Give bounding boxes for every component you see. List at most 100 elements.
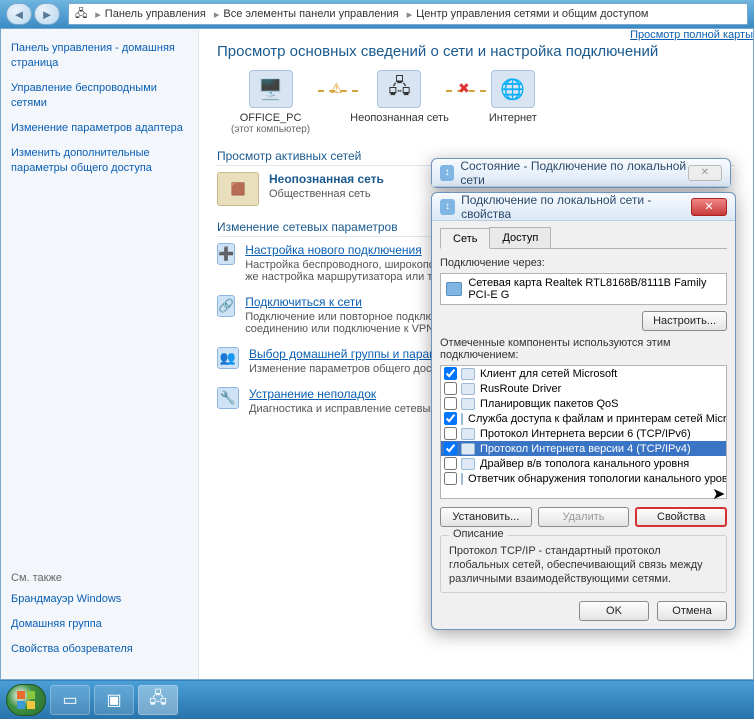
tab-access[interactable]: Доступ — [489, 227, 551, 248]
map-internet: 🌐 Интернет — [489, 70, 537, 124]
component-icon — [461, 383, 475, 395]
component-checkbox[interactable] — [444, 427, 457, 440]
sidebar: Панель управления - домашняя страница Уп… — [1, 29, 199, 679]
component-label: Клиент для сетей Microsoft — [480, 368, 617, 380]
warning-icon: ⚠ — [330, 80, 343, 97]
nav-forward-button[interactable]: ► — [34, 3, 60, 25]
properties-dialog-title: Подключение по локальной сети - свойства — [461, 193, 691, 221]
description-group: Описание Протокол TCP/IP - стандартный п… — [440, 535, 727, 593]
cancel-button[interactable]: Отмена — [657, 601, 727, 621]
component-icon — [461, 398, 475, 410]
component-checkbox[interactable] — [444, 442, 457, 455]
components-listbox[interactable]: Клиент для сетей Microsoft RusRoute Drive… — [440, 365, 727, 499]
see-also-header: См. также — [11, 572, 188, 584]
remove-button: Удалить — [538, 507, 630, 527]
close-button[interactable]: ✕ — [691, 198, 727, 216]
status-dialog: ↕ Состояние - Подключение по локальной с… — [431, 158, 731, 188]
description-text: Протокол TCP/IP - стандартный протокол г… — [449, 544, 718, 586]
component-label: Ответчик обнаружения топологии канальног… — [468, 473, 727, 485]
taskbar-app-active[interactable]: 🖧 — [138, 685, 178, 715]
component-checkbox[interactable] — [444, 382, 457, 395]
dialog-tabs: Сеть Доступ — [440, 227, 727, 249]
network-icon: ↕ — [440, 199, 455, 215]
component-icon — [461, 413, 463, 425]
list-item[interactable]: Планировщик пакетов QoS — [441, 396, 726, 411]
nav-back-button[interactable]: ◄ — [6, 3, 32, 25]
component-icon — [461, 368, 475, 380]
globe-icon: 🌐 — [491, 70, 535, 108]
error-icon: ✖ — [458, 80, 470, 97]
taskbar-app-1[interactable]: ▭ — [50, 685, 90, 715]
list-item[interactable]: Клиент для сетей Microsoft — [441, 366, 726, 381]
component-label: Планировщик пакетов QoS — [480, 398, 619, 410]
active-network-name: Неопознанная сеть — [269, 172, 384, 186]
breadcrumb-item[interactable]: Панель управления — [105, 8, 206, 20]
components-label: Отмеченные компоненты используются этим … — [440, 337, 727, 361]
taskbar: ▭ ▣ 🖧 — [0, 681, 754, 719]
window-titlebar: ◄ ► 🖧 ▸ Панель управления ▸ Все элементы… — [0, 0, 754, 28]
adapter-name: Сетевая карта Realtek RTL8168B/8111B Fam… — [468, 277, 721, 301]
network-icon: ↕ — [440, 165, 454, 181]
list-item[interactable]: Протокол Интернета версии 4 (TCP/IPv4) — [441, 441, 726, 456]
active-network-type: Общественная сеть — [269, 188, 371, 200]
homegroup-icon: 👥 — [217, 347, 239, 369]
component-checkbox[interactable] — [444, 457, 457, 470]
component-label: Драйвер в/в тополога канального уровня — [480, 458, 689, 470]
start-button[interactable] — [6, 684, 46, 716]
component-checkbox[interactable] — [444, 397, 457, 410]
component-icon — [461, 428, 475, 440]
component-label: Протокол Интернета версии 4 (TCP/IPv4) — [480, 443, 691, 455]
computer-icon: 🖥️ — [249, 70, 293, 108]
component-label: RusRoute Driver — [480, 383, 561, 395]
full-map-link[interactable]: Просмотр полной карты — [630, 29, 753, 41]
ok-button[interactable]: OK — [579, 601, 649, 621]
sidebar-link-home[interactable]: Панель управления - домашняя страница — [11, 41, 188, 71]
bench-icon: 🟫 — [217, 172, 259, 206]
component-icon — [461, 458, 475, 470]
adapter-field: Сетевая карта Realtek RTL8168B/8111B Fam… — [440, 273, 727, 305]
properties-button[interactable]: Свойства — [635, 507, 727, 527]
network-icon: 🖧 — [377, 70, 421, 108]
see-also-internet-options[interactable]: Свойства обозревателя — [11, 642, 188, 657]
component-checkbox[interactable] — [444, 472, 457, 485]
connect-via-label: Подключение через: — [440, 257, 727, 269]
page-title: Просмотр основных сведений о сети и наст… — [217, 43, 735, 60]
breadcrumb[interactable]: 🖧 ▸ Панель управления ▸ Все элементы пан… — [68, 3, 748, 25]
see-also-firewall[interactable]: Брандмауэр Windows — [11, 592, 188, 607]
list-item[interactable]: RusRoute Driver — [441, 381, 726, 396]
close-icon[interactable]: ✕ — [688, 165, 722, 181]
map-this-pc: 🖥️ OFFICE_PC (этот компьютер) — [231, 70, 310, 135]
install-button[interactable]: Установить... — [440, 507, 532, 527]
map-network: 🖧 Неопознанная сеть — [350, 70, 449, 124]
component-icon — [461, 443, 475, 455]
tab-network[interactable]: Сеть — [440, 228, 490, 249]
sidebar-link-wireless[interactable]: Управление беспроводными сетями — [11, 81, 188, 111]
list-item[interactable]: Протокол Интернета версии 6 (TCP/IPv6) — [441, 426, 726, 441]
new-connection-icon: ➕ — [217, 243, 235, 265]
list-item[interactable]: Ответчик обнаружения топологии канальног… — [441, 471, 726, 486]
description-header: Описание — [449, 528, 508, 540]
sidebar-link-adapter[interactable]: Изменение параметров адаптера — [11, 121, 188, 136]
component-checkbox[interactable] — [444, 367, 457, 380]
connect-icon: 🔗 — [217, 295, 235, 317]
status-dialog-title: Состояние - Подключение по локальной сет… — [460, 159, 687, 187]
properties-dialog: ↕ Подключение по локальной сети - свойст… — [431, 192, 736, 630]
list-item[interactable]: Служба доступа к файлам и принтерам сете… — [441, 411, 726, 426]
troubleshoot-icon: 🔧 — [217, 387, 239, 409]
param-connect[interactable]: Подключиться к сети — [245, 295, 362, 309]
breadcrumb-item[interactable]: Все элементы панели управления — [223, 8, 398, 20]
breadcrumb-icon: 🖧 — [75, 5, 87, 24]
taskbar-app-2[interactable]: ▣ — [94, 685, 134, 715]
component-icon — [461, 473, 463, 485]
breadcrumb-item[interactable]: Центр управления сетями и общим доступом — [416, 8, 648, 20]
adapter-icon — [446, 282, 462, 296]
param-troubleshoot[interactable]: Устранение неполадок — [249, 387, 376, 401]
component-label: Протокол Интернета версии 6 (TCP/IPv6) — [480, 428, 691, 440]
list-item[interactable]: Драйвер в/в тополога канального уровня — [441, 456, 726, 471]
configure-button[interactable]: Настроить... — [642, 311, 727, 331]
see-also-homegroup[interactable]: Домашняя группа — [11, 617, 188, 632]
component-checkbox[interactable] — [444, 412, 457, 425]
param-new-connection[interactable]: Настройка нового подключения — [245, 243, 422, 257]
component-label: Служба доступа к файлам и принтерам сете… — [468, 413, 727, 425]
sidebar-link-sharing[interactable]: Изменить дополнительные параметры общего… — [11, 146, 188, 176]
